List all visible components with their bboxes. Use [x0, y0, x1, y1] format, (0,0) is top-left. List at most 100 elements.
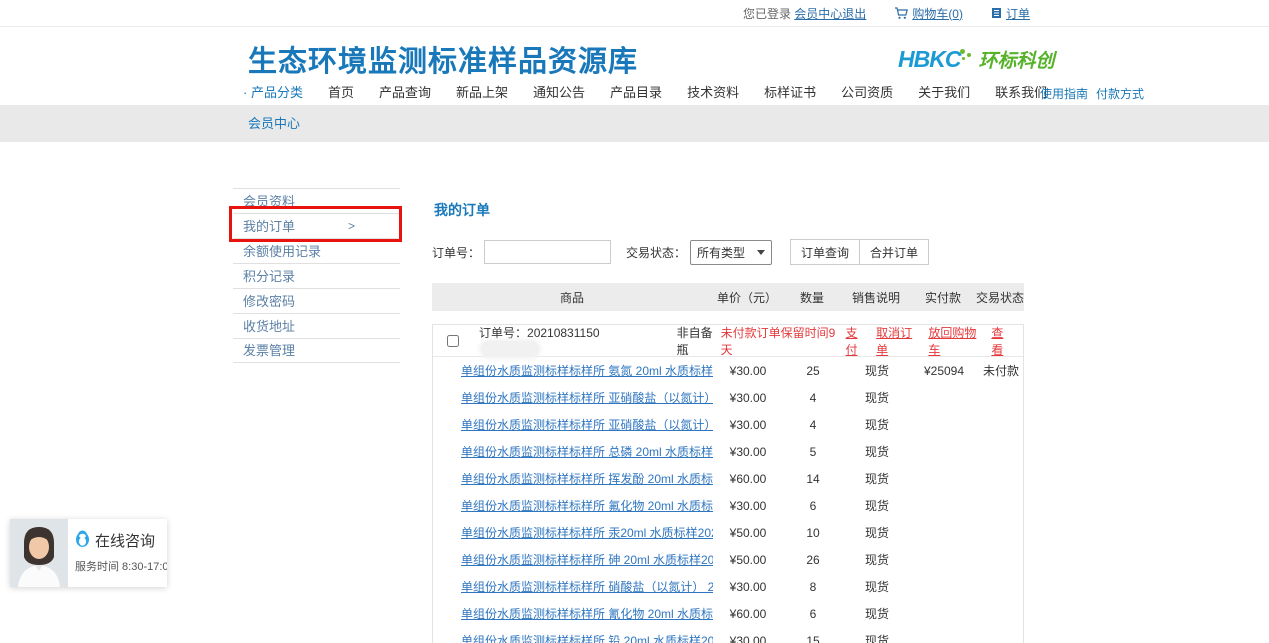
- page-title: 我的订单: [434, 200, 1024, 220]
- cart-group[interactable]: 购物车(0): [894, 5, 963, 22]
- order-select-checkbox[interactable]: [447, 335, 459, 347]
- order-item-row: 单组份水质监测标样标样所 汞20ml 水质标样202051¥50.0010现货: [433, 519, 1023, 546]
- cell-status: 未付款: [977, 362, 1025, 379]
- nav-items: 首页产品查询新品上架通知公告产品目录技术资料标样证书公司资质关于我们联系我们: [328, 82, 1047, 101]
- hold-notice: 未付款订单保留时间9天: [721, 324, 837, 358]
- chevron-down-icon: [757, 250, 765, 255]
- nav-product-category[interactable]: · 产品分类: [243, 82, 303, 101]
- sidebar-item[interactable]: 我的订单>: [233, 213, 400, 238]
- order-item-row: 单组份水质监测标样标样所 总磷 20ml 水质标样203997¥30.005现货: [433, 438, 1023, 465]
- order-no-input[interactable]: [484, 240, 611, 264]
- cell-qty: 14: [783, 472, 843, 486]
- cell-product: 单组份水质监测标样标样所 氟化物 20ml 水质标样201757: [433, 497, 713, 514]
- chat-widget[interactable]: 在线咨询 服务时间 8:30-17:00: [10, 519, 167, 587]
- order-no-text: 订单号：20210831150: [479, 324, 645, 357]
- product-link[interactable]: 单组份水质监测标样标样所 氟化物 20ml 水质标样201757: [461, 499, 713, 513]
- cell-price: ¥60.00: [713, 472, 783, 486]
- brand-abbr: HBKC: [898, 46, 960, 73]
- product-link[interactable]: 单组份水质监测标样标样所 亚硝酸盐（以氮计） 20ml 水质标样200644: [461, 418, 713, 432]
- cart-icon: [894, 7, 908, 20]
- sidebar-item[interactable]: 发票管理: [233, 338, 400, 363]
- order-items: 单组份水质监测标样标样所 氨氮 20ml 水质标样2005153¥30.0025…: [433, 357, 1023, 643]
- nav-right-link[interactable]: 付款方式: [1096, 85, 1144, 102]
- product-link[interactable]: 单组份水质监测标样标样所 砷 20ml 水质标样200455: [461, 553, 713, 567]
- nav-item[interactable]: 通知公告: [533, 82, 585, 101]
- nav-right-links: 使用指南付款方式: [1040, 85, 1144, 102]
- receipt-icon: [991, 7, 1002, 19]
- nav-item[interactable]: 关于我们: [918, 82, 970, 101]
- nav-right-link[interactable]: 使用指南: [1040, 85, 1088, 102]
- order-item-row: 单组份水质监测标样标样所 氨氮 20ml 水质标样2005153¥30.0025…: [433, 357, 1023, 384]
- order-search-button[interactable]: 订单查询: [790, 239, 860, 265]
- nav-item[interactable]: 技术资料: [687, 82, 739, 101]
- status-selected-value: 所有类型: [697, 244, 745, 261]
- redacted-blur: [481, 341, 539, 357]
- cell-sales: 现货: [843, 362, 911, 379]
- cell-price: ¥30.00: [713, 580, 783, 594]
- order-header-row: 订单号：20210831150 非自备瓶 未付款订单保留时间9天 支付取消订单放…: [433, 325, 1023, 357]
- cell-qty: 25: [783, 364, 843, 378]
- cell-sales: 现货: [843, 632, 911, 643]
- status-select[interactable]: 所有类型: [690, 240, 772, 265]
- order-action-link[interactable]: 取消订单: [876, 324, 919, 358]
- logged-in-text: 您已登录: [743, 5, 791, 22]
- product-link[interactable]: 单组份水质监测标样标样所 铅 20ml 水质标样201240: [461, 634, 713, 643]
- cell-price: ¥30.00: [713, 418, 783, 432]
- service-hours: 服务时间 8:30-17:00: [75, 558, 167, 574]
- merge-orders-button[interactable]: 合并订单: [859, 239, 929, 265]
- nav-item[interactable]: 首页: [328, 82, 354, 101]
- cell-sales: 现货: [843, 605, 911, 622]
- breadcrumb-bar: 会员中心: [0, 105, 1269, 142]
- cell-qty: 15: [783, 634, 843, 643]
- cell-qty: 8: [783, 580, 843, 594]
- product-link[interactable]: 单组份水质监测标样标样所 挥发酚 20ml 水质标样200364: [461, 472, 713, 486]
- order-item-row: 单组份水质监测标样标样所 硝酸盐（以氮计） 20ml 水质标样200850¥30…: [433, 573, 1023, 600]
- product-link[interactable]: 单组份水质监测标样标样所 氨氮 20ml 水质标样2005153: [461, 364, 713, 378]
- cart-link[interactable]: 购物车(0): [912, 5, 963, 22]
- sidebar-item[interactable]: 余额使用记录: [233, 238, 400, 263]
- nav-item[interactable]: 产品查询: [379, 82, 431, 101]
- orders-link[interactable]: 订单: [1006, 5, 1030, 22]
- breadcrumb[interactable]: 会员中心: [248, 105, 300, 142]
- sidebar-arrow: >: [348, 214, 355, 239]
- order-action-link[interactable]: 支付: [846, 324, 868, 358]
- cell-price: ¥50.00: [713, 553, 783, 567]
- column-header: 实付款: [910, 289, 976, 306]
- cell-price: ¥30.00: [713, 391, 783, 405]
- cell-product: 单组份水质监测标样标样所 氨氮 20ml 水质标样2005153: [433, 362, 713, 379]
- cell-product: 单组份水质监测标样标样所 总磷 20ml 水质标样203997: [433, 443, 713, 460]
- product-link[interactable]: 单组份水质监测标样标样所 硝酸盐（以氮计） 20ml 水质标样200850: [461, 580, 713, 594]
- sidebar-item[interactable]: 收货地址: [233, 313, 400, 338]
- cell-sales: 现货: [843, 578, 911, 595]
- product-link[interactable]: 单组份水质监测标样标样所 亚硝酸盐（以氮计） 20ml 水质标样200643: [461, 391, 713, 405]
- order-action-link[interactable]: 放回购物车: [928, 324, 982, 358]
- sidebar-item[interactable]: 积分记录: [233, 263, 400, 288]
- orders-group[interactable]: 订单: [991, 5, 1030, 22]
- sidebar-item[interactable]: 会员资料: [233, 188, 400, 213]
- sidebar-item[interactable]: 修改密码: [233, 288, 400, 313]
- category-bullet: ·: [243, 85, 247, 100]
- nav-item[interactable]: 标样证书: [764, 82, 816, 101]
- cell-price: ¥60.00: [713, 607, 783, 621]
- cell-product: 单组份水质监测标样标样所 亚硝酸盐（以氮计） 20ml 水质标样200644: [433, 416, 713, 433]
- product-link[interactable]: 单组份水质监测标样标样所 氰化物 20ml 水质标样205544: [461, 607, 713, 621]
- product-link[interactable]: 单组份水质监测标样标样所 总磷 20ml 水质标样203997: [461, 445, 713, 459]
- nav-item[interactable]: 新品上架: [456, 82, 508, 101]
- page: 您已登录 会员中心退出 购物车(0) 订单 生态环境监测标准样品资源库 HBKC…: [0, 0, 1269, 643]
- site-logo-title: 生态环境监测标准样品资源库: [248, 38, 638, 80]
- cell-price: ¥50.00: [713, 526, 783, 540]
- order-action-link[interactable]: 查看: [991, 324, 1013, 358]
- cell-product: 单组份水质监测标样标样所 氰化物 20ml 水质标样205544: [433, 605, 713, 622]
- chat-title: 在线咨询: [95, 530, 155, 551]
- bottle-type-label: 非自备瓶: [677, 324, 721, 358]
- status-label: 交易状态：: [626, 244, 686, 261]
- cell-sales: 现货: [843, 551, 911, 568]
- order-header-right: 未付款订单保留时间9天 支付取消订单放回购物车查看: [721, 324, 1023, 358]
- product-link[interactable]: 单组份水质监测标样标样所 汞20ml 水质标样202051: [461, 526, 713, 540]
- header: 生态环境监测标准样品资源库 HBKC 环标科创 · 产品分类 首页产品查询新品上…: [0, 28, 1269, 105]
- nav-item[interactable]: 产品目录: [610, 82, 662, 101]
- cell-qty: 26: [783, 553, 843, 567]
- member-center-logout-link[interactable]: 会员中心退出: [794, 5, 866, 22]
- order-actions: 支付取消订单放回购物车查看: [846, 324, 1013, 358]
- nav-item[interactable]: 公司资质: [841, 82, 893, 101]
